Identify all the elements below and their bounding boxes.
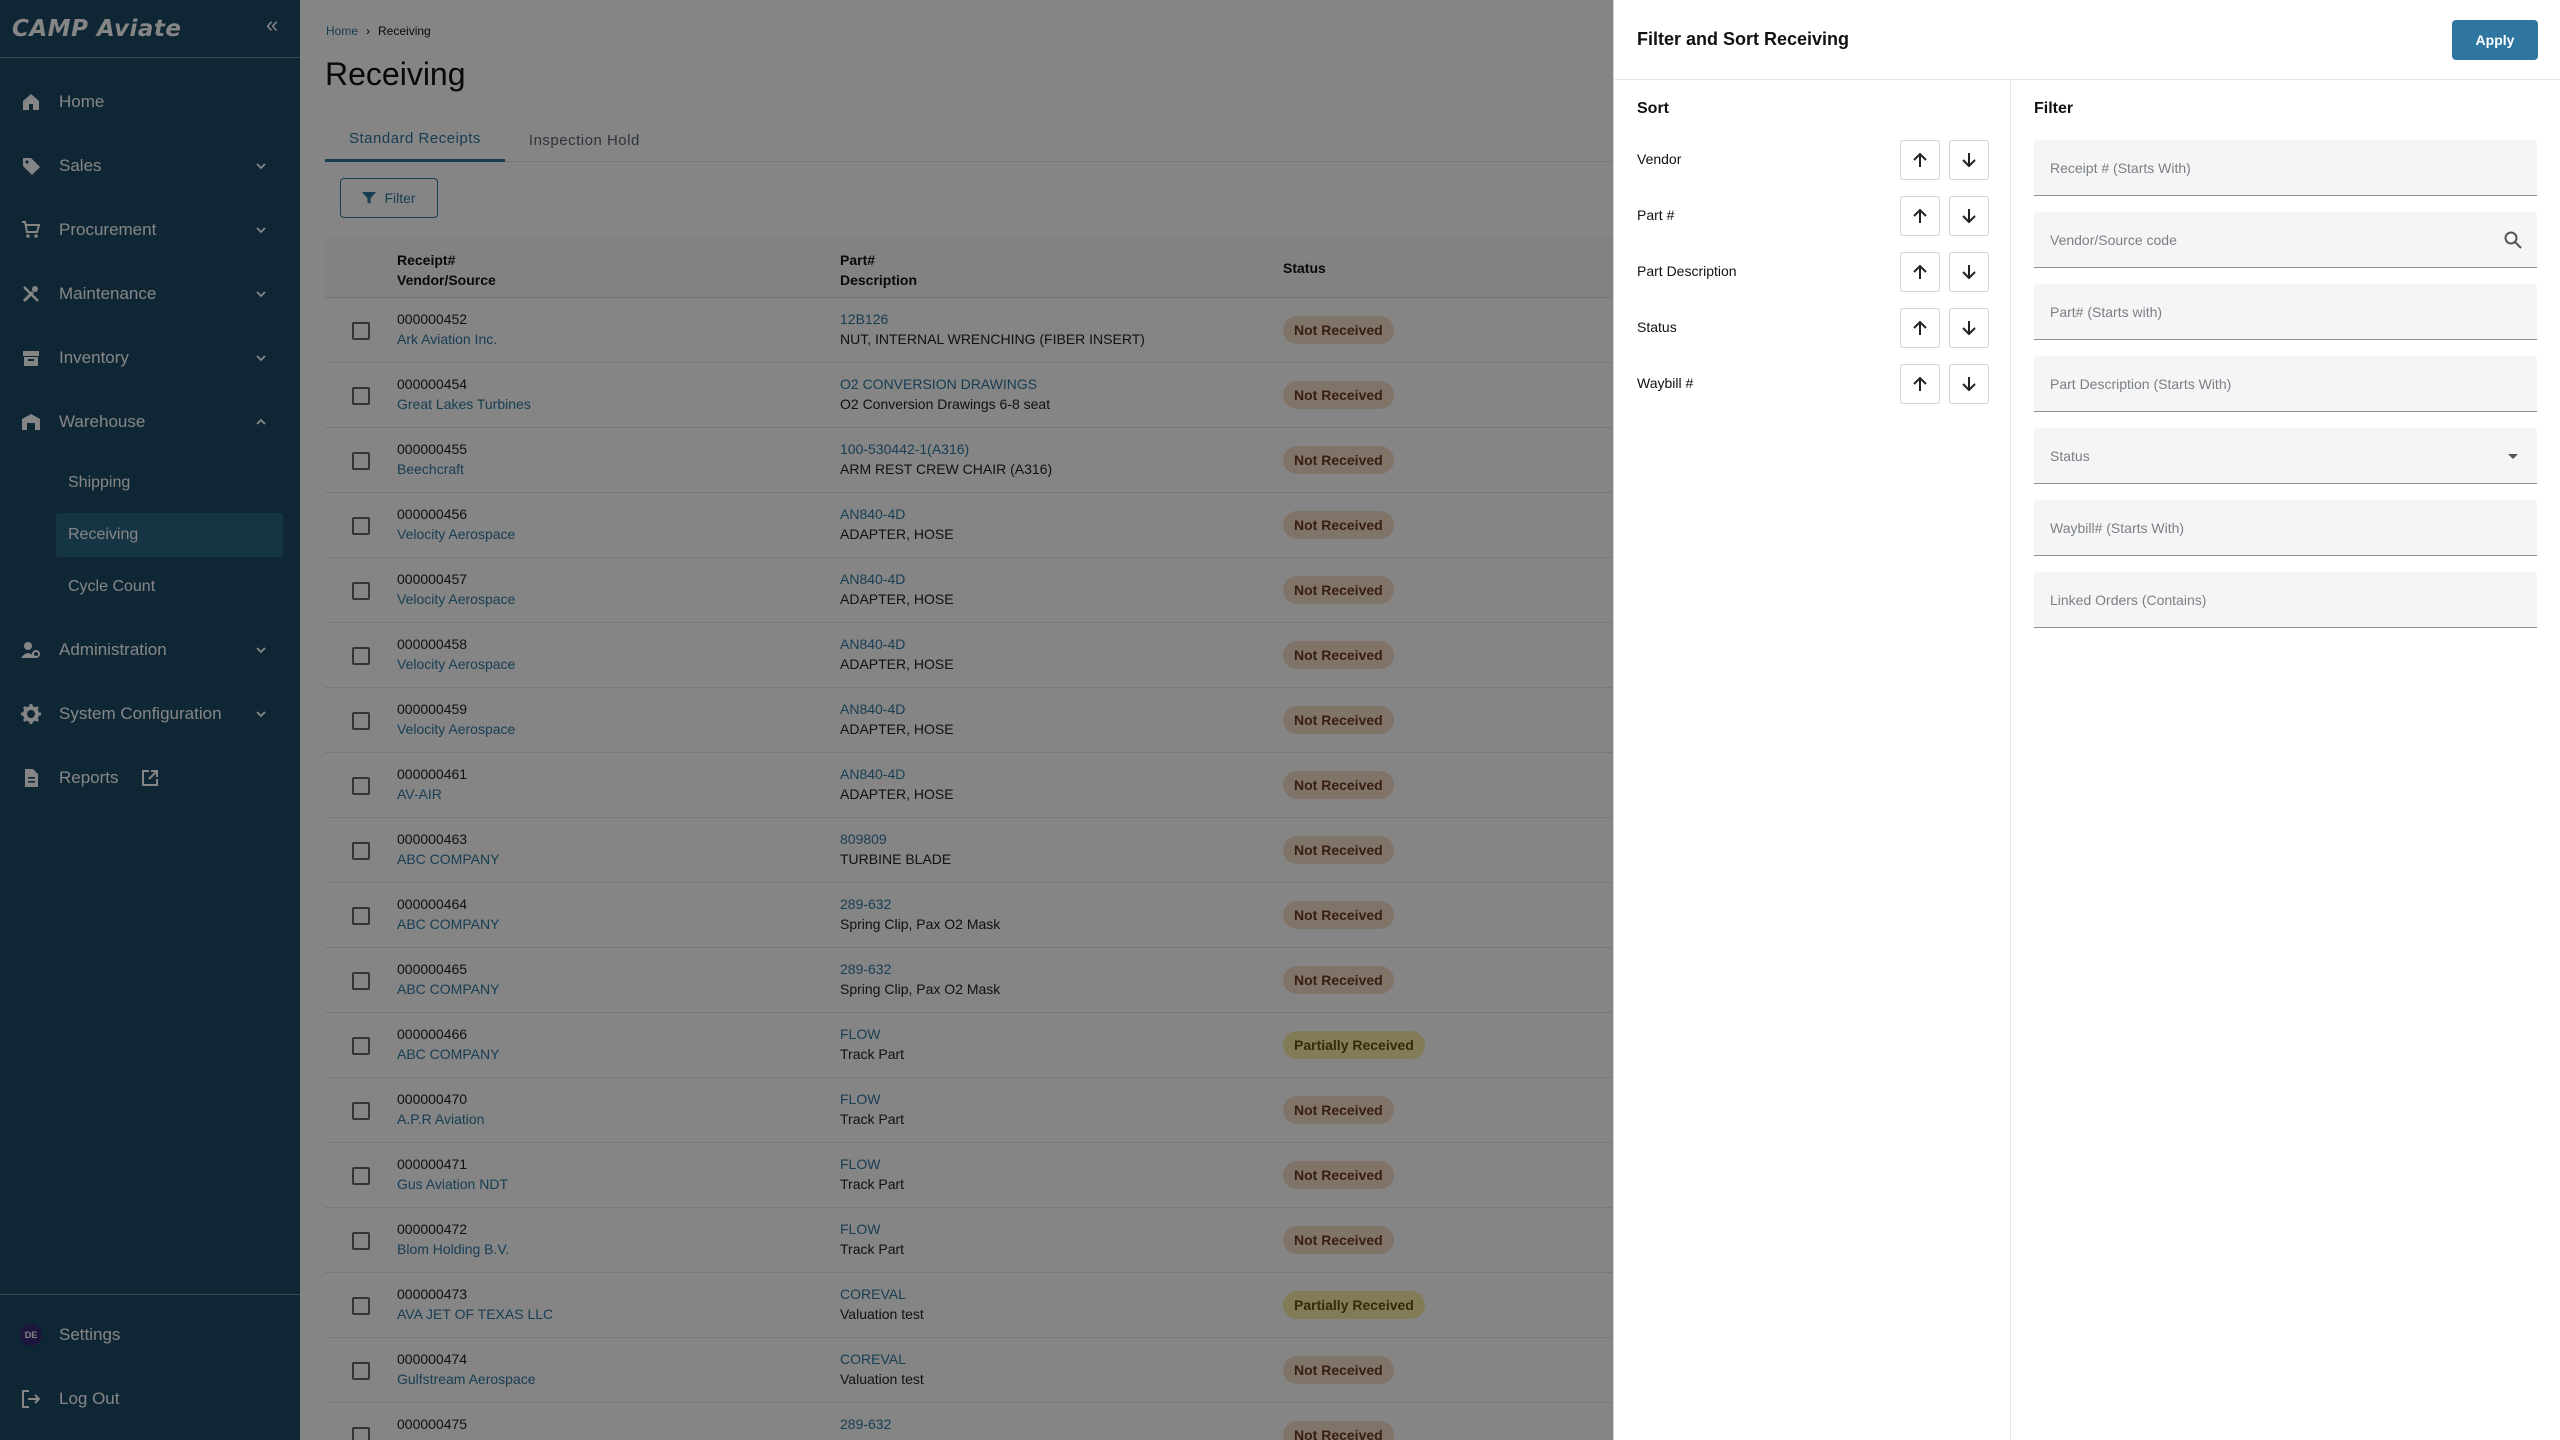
sort-descending-button[interactable] (1949, 252, 1989, 292)
arrow-up-icon (1913, 264, 1927, 279)
field-placeholder: Waybill# (Starts With) (2050, 520, 2185, 536)
field-placeholder: Linked Orders (Contains) (2050, 592, 2207, 608)
filter-sort-panel: Filter and Sort Receiving Apply Sort Ven… (1613, 0, 2560, 1440)
field-placeholder: Vendor/Source code (2050, 232, 2177, 248)
arrow-up-icon (1913, 152, 1927, 167)
apply-button[interactable]: Apply (2452, 20, 2538, 60)
sort-label: Waybill # (1637, 375, 1694, 391)
sort-descending-button[interactable] (1949, 140, 1989, 180)
filter-input-receipt-starts-with[interactable]: Receipt # (Starts With) (2034, 140, 2537, 196)
filter-title: Filter (2034, 100, 2074, 117)
field-placeholder: Receipt # (Starts With) (2050, 160, 2191, 176)
sort-row-status: Status (1637, 308, 1989, 348)
sort-descending-button[interactable] (1949, 196, 1989, 236)
modal-backdrop[interactable] (0, 0, 1613, 1440)
filter-input-part-description-starts-with[interactable]: Part Description (Starts With) (2034, 356, 2537, 412)
arrow-down-icon (1962, 377, 1976, 392)
filter-input-part-starts-with[interactable]: Part# (Starts with) (2034, 284, 2537, 340)
sort-label: Part Description (1637, 263, 1737, 279)
sort-ascending-button[interactable] (1900, 196, 1940, 236)
field-placeholder: Status (2050, 448, 2090, 464)
sort-ascending-button[interactable] (1900, 364, 1940, 404)
sort-label: Vendor (1637, 151, 1682, 167)
sort-ascending-button[interactable] (1900, 140, 1940, 180)
filter-input-vendor-source-code[interactable]: Vendor/Source code (2034, 212, 2537, 268)
status-select-status[interactable]: Status (2034, 428, 2537, 484)
arrow-up-icon (1913, 208, 1927, 223)
sort-row-vendor: Vendor (1637, 140, 1989, 180)
sort-label: Part # (1637, 207, 1675, 223)
sort-ascending-button[interactable] (1900, 308, 1940, 348)
sort-row-part: Part # (1637, 196, 1989, 236)
panel-header: Filter and Sort Receiving Apply (1614, 0, 2560, 80)
sort-ascending-button[interactable] (1900, 252, 1940, 292)
sort-row-waybill: Waybill # (1637, 364, 1989, 404)
filter-section: Filter Receipt # (Starts With) Vendor/Sou… (2011, 80, 2560, 1440)
filter-input-waybill-starts-with[interactable]: Waybill# (Starts With) (2034, 500, 2537, 556)
arrow-up-icon (1913, 320, 1927, 335)
sort-descending-button[interactable] (1949, 364, 1989, 404)
sort-descending-button[interactable] (1949, 308, 1989, 348)
sort-title: Sort (1637, 100, 1669, 117)
field-placeholder: Part Description (Starts With) (2050, 376, 2232, 392)
filter-input-linked-orders-contains[interactable]: Linked Orders (Contains) (2034, 572, 2537, 628)
sort-row-part-description: Part Description (1637, 252, 1989, 292)
arrow-up-icon (1913, 376, 1927, 391)
field-placeholder: Part# (Starts with) (2050, 304, 2163, 320)
search-icon[interactable] (2503, 230, 2523, 250)
arrow-down-icon (1962, 209, 1976, 224)
arrow-down-icon (1962, 321, 1976, 336)
sort-label: Status (1637, 319, 1677, 335)
arrow-down-icon (1962, 265, 1976, 280)
panel-title: Filter and Sort Receiving (1637, 29, 1850, 49)
sort-section: Sort Vendor Part # Part Description Status W… (1614, 80, 2011, 1440)
arrow-down-icon (1962, 153, 1976, 168)
dropdown-arrow-icon (2508, 454, 2518, 459)
